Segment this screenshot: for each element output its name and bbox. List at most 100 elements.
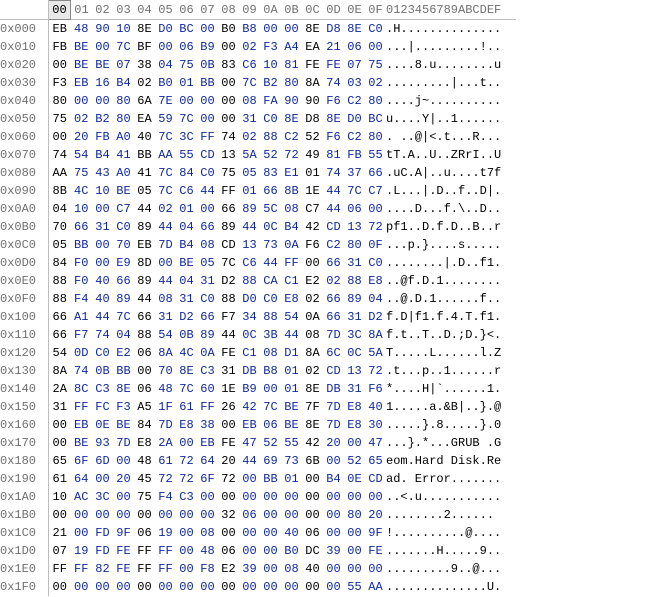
hex-byte[interactable]: B2 xyxy=(260,74,281,92)
hex-byte[interactable]: AC xyxy=(71,488,93,506)
hex-byte[interactable]: 8E xyxy=(323,110,344,128)
hex-byte[interactable]: 61 xyxy=(49,470,71,488)
hex-byte[interactable]: 75 xyxy=(49,110,71,128)
hex-byte[interactable]: BE xyxy=(71,56,93,74)
hex-byte[interactable]: 20 xyxy=(71,128,93,146)
hex-byte[interactable]: 00 xyxy=(365,488,386,506)
hex-byte[interactable]: 66 xyxy=(218,200,239,218)
hex-byte[interactable]: 02 xyxy=(71,110,93,128)
hex-byte[interactable]: FE xyxy=(113,560,134,578)
hex-byte[interactable]: 48 xyxy=(155,380,176,398)
hex-byte[interactable]: FF xyxy=(281,254,302,272)
ascii-cell[interactable]: ...|.........!.. xyxy=(386,38,516,56)
col-header-0C[interactable]: 0C xyxy=(302,1,323,20)
hex-byte[interactable]: 00 xyxy=(260,506,281,524)
hex-byte[interactable]: C3 xyxy=(176,488,197,506)
row-address[interactable]: 0x0E0 xyxy=(0,272,49,290)
hex-byte[interactable]: 65 xyxy=(365,452,386,470)
hex-byte[interactable]: A4 xyxy=(281,38,302,56)
hex-byte[interactable]: 8E xyxy=(302,416,323,434)
hex-byte[interactable]: AA xyxy=(155,146,176,164)
row-address[interactable]: 0x180 xyxy=(0,452,49,470)
hex-byte[interactable]: D0 xyxy=(344,110,365,128)
hex-byte[interactable]: 01 xyxy=(281,470,302,488)
hex-byte[interactable]: 00 xyxy=(344,542,365,560)
hex-byte[interactable]: 74 xyxy=(218,128,239,146)
hex-byte[interactable]: 7C xyxy=(344,182,365,200)
hex-byte[interactable]: B4 xyxy=(176,236,197,254)
hex-byte[interactable]: 8A xyxy=(302,344,323,362)
hex-byte[interactable]: F7 xyxy=(71,326,93,344)
hex-byte[interactable]: 43 xyxy=(92,164,113,182)
ascii-cell[interactable]: .........9..@... xyxy=(386,560,516,578)
hex-byte[interactable]: 00 xyxy=(365,38,386,56)
hex-byte[interactable]: 00 xyxy=(365,200,386,218)
hex-byte[interactable]: 00 xyxy=(197,20,218,39)
row-address[interactable]: 0x0B0 xyxy=(0,218,49,236)
hex-byte[interactable]: 00 xyxy=(49,416,71,434)
hex-byte[interactable]: 20 xyxy=(323,434,344,452)
hex-byte[interactable]: 59 xyxy=(155,110,176,128)
hex-byte[interactable]: FE xyxy=(218,434,239,452)
hex-byte[interactable]: F4 xyxy=(155,488,176,506)
hex-byte[interactable]: 61 xyxy=(155,452,176,470)
hex-byte[interactable]: 00 xyxy=(49,434,71,452)
hex-byte[interactable]: 45 xyxy=(134,470,155,488)
hex-byte[interactable]: 88 xyxy=(49,290,71,308)
hex-byte[interactable]: 42 xyxy=(302,434,323,452)
hex-byte[interactable]: 00 xyxy=(281,506,302,524)
col-header-0D[interactable]: 0D xyxy=(323,1,344,20)
hex-byte[interactable]: EB xyxy=(71,416,93,434)
hex-byte[interactable]: 08 xyxy=(239,92,260,110)
hex-byte[interactable]: 00 xyxy=(49,56,71,74)
row-address[interactable]: 0x1D0 xyxy=(0,542,49,560)
hex-byte[interactable]: 66 xyxy=(197,308,218,326)
hex-byte[interactable]: BE xyxy=(176,254,197,272)
hex-byte[interactable]: 7D xyxy=(323,398,344,416)
hex-byte[interactable]: AA xyxy=(49,164,71,182)
hex-byte[interactable]: 00 xyxy=(302,488,323,506)
hex-byte[interactable]: 06 xyxy=(302,524,323,542)
hex-byte[interactable]: 00 xyxy=(218,74,239,92)
hex-byte[interactable]: 0A xyxy=(281,236,302,254)
hex-byte[interactable]: 6A xyxy=(134,92,155,110)
hex-byte[interactable]: 07 xyxy=(113,56,134,74)
hex-byte[interactable]: 00 xyxy=(344,434,365,452)
hex-byte[interactable]: 00 xyxy=(49,506,71,524)
hex-byte[interactable]: 0A xyxy=(197,344,218,362)
ascii-cell[interactable]: .........|...t.. xyxy=(386,74,516,92)
col-header-0E[interactable]: 0E xyxy=(344,1,365,20)
hex-byte[interactable]: F6 xyxy=(323,92,344,110)
hex-byte[interactable]: C7 xyxy=(302,200,323,218)
hex-byte[interactable]: C2 xyxy=(281,128,302,146)
hex-byte[interactable]: 00 xyxy=(218,488,239,506)
hex-byte[interactable]: E8 xyxy=(176,416,197,434)
hex-byte[interactable]: 00 xyxy=(176,542,197,560)
hex-byte[interactable]: 42 xyxy=(302,218,323,236)
hex-byte[interactable]: 48 xyxy=(197,542,218,560)
hex-byte[interactable]: 00 xyxy=(323,506,344,524)
hex-byte[interactable]: 0C xyxy=(239,326,260,344)
hex-byte[interactable]: 01 xyxy=(176,200,197,218)
hex-byte[interactable]: 7C xyxy=(113,38,134,56)
hex-byte[interactable]: 52 xyxy=(260,146,281,164)
hex-byte[interactable]: 37 xyxy=(344,164,365,182)
hex-byte[interactable]: 00 xyxy=(197,92,218,110)
hex-byte[interactable]: 72 xyxy=(155,470,176,488)
hex-byte[interactable]: 00 xyxy=(155,506,176,524)
hex-byte[interactable]: 04 xyxy=(176,218,197,236)
hex-byte[interactable]: 00 xyxy=(260,578,281,596)
hex-byte[interactable]: B4 xyxy=(113,74,134,92)
hex-byte[interactable]: 01 xyxy=(281,380,302,398)
hex-byte[interactable]: 00 xyxy=(71,524,93,542)
hex-byte[interactable]: 00 xyxy=(92,92,113,110)
hex-byte[interactable]: F6 xyxy=(323,128,344,146)
hex-byte[interactable]: 44 xyxy=(197,182,218,200)
ascii-cell[interactable]: ....8.u........u xyxy=(386,56,516,74)
hex-byte[interactable]: 00 xyxy=(197,506,218,524)
hex-byte[interactable]: 00 xyxy=(260,524,281,542)
hex-byte[interactable]: 08 xyxy=(281,200,302,218)
hex-byte[interactable]: BB xyxy=(113,362,134,380)
hex-byte[interactable]: 72 xyxy=(218,470,239,488)
hex-byte[interactable]: C1 xyxy=(281,272,302,290)
